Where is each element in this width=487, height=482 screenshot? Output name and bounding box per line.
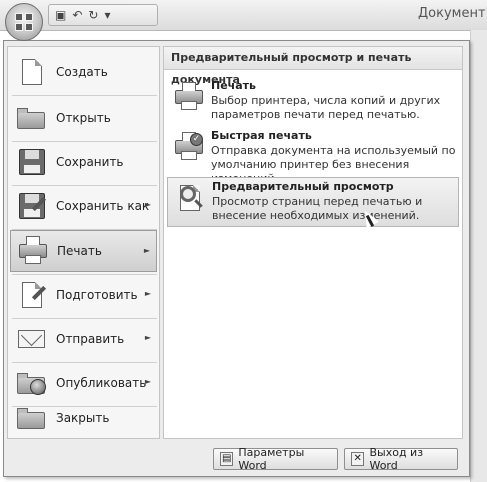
quick-access-toolbar: ▣ ↶ ↻ ▾ [48, 4, 158, 26]
menu-item-label: Опубликовать [56, 376, 147, 390]
quick-print-icon: ✓ [173, 131, 205, 163]
menu-item-label: Печать [57, 244, 102, 258]
new-document-icon [16, 56, 48, 88]
exit-word-button[interactable]: ✕ Выход из Word [344, 446, 458, 472]
prepare-icon [16, 279, 48, 311]
submenu-arrow-icon: ► [144, 200, 151, 209]
document-scrollbar[interactable] [470, 30, 487, 482]
submenu-header: Предварительный просмотр и печать докуме… [164, 47, 462, 86]
printer-icon [17, 235, 49, 267]
menu-item-print[interactable]: Печать ► [10, 230, 157, 272]
word-options-button[interactable]: ▤ Параметры Word [213, 446, 338, 472]
submenu-item-quick-print[interactable]: ✓ Быстрая печать Отправка документа на и… [167, 127, 459, 185]
menu-item-save[interactable]: Сохранить [10, 141, 157, 183]
submenu-item-title: Быстрая печать [211, 129, 312, 142]
save-disk-icon [16, 146, 48, 178]
save-icon[interactable]: ▣ [55, 8, 66, 22]
menu-item-open[interactable]: Открыть [10, 97, 157, 139]
redo-icon[interactable]: ↻ [88, 8, 98, 22]
qat-customize-icon[interactable]: ▾ [104, 8, 110, 22]
menu-item-label: Подготовить [56, 288, 138, 302]
menu-item-new[interactable]: Создать [10, 51, 157, 93]
send-icon [16, 323, 48, 355]
office-button[interactable] [5, 3, 43, 41]
menu-footer: ▤ Параметры Word ✕ Выход из Word [4, 445, 469, 473]
divider [12, 95, 157, 96]
menu-item-save-as[interactable]: Сохранить как ► [10, 185, 157, 227]
open-folder-icon [16, 102, 48, 134]
submenu-item-print[interactable]: Печать Выбор принтера, числа копий и дру… [167, 77, 459, 123]
close-document-icon [16, 402, 48, 434]
submenu-item-print-preview[interactable]: Предварительный просмотр Просмотр страни… [167, 177, 459, 227]
exit-word-label: Выход из Word [369, 446, 424, 472]
submenu-item-description: Выбор принтера, числа копий и других пар… [211, 94, 441, 121]
menu-item-label: Создать [56, 65, 108, 79]
office-menu: Создать Открыть Сохранить Сохранить как … [3, 40, 470, 477]
submenu-arrow-icon: ► [144, 333, 151, 342]
menu-item-label: Сохранить как [56, 199, 150, 213]
menu-item-label: Открыть [56, 111, 111, 125]
office-menu-commands: Создать Открыть Сохранить Сохранить как … [7, 46, 160, 439]
menu-item-label: Сохранить [56, 155, 124, 169]
save-as-icon [16, 190, 48, 222]
title-bar: ▣ ↶ ↻ ▾ Документ1 [0, 0, 487, 31]
word-options-label: Параметры Word [238, 446, 305, 472]
menu-item-prepare[interactable]: Подготовить ► [10, 274, 157, 316]
print-submenu: Предварительный просмотр и печать докуме… [163, 46, 463, 439]
submenu-arrow-icon: ► [144, 377, 151, 386]
printer-icon [173, 81, 205, 113]
office-logo-icon [15, 13, 33, 31]
submenu-item-title: Предварительный просмотр [212, 180, 394, 193]
publish-icon [16, 367, 48, 399]
submenu-arrow-icon: ► [143, 246, 150, 255]
window-title: Документ1 [418, 6, 487, 21]
menu-item-label: Закрыть [56, 411, 110, 425]
print-preview-icon [174, 182, 206, 214]
submenu-item-description: Просмотр страниц перед печатью и внесени… [212, 195, 423, 222]
submenu-arrow-icon: ► [144, 289, 151, 298]
menu-item-close[interactable]: Закрыть [10, 397, 157, 439]
menu-item-send[interactable]: Отправить ► [10, 318, 157, 360]
submenu-item-title: Печать [211, 79, 256, 92]
options-icon: ▤ [220, 452, 234, 466]
undo-icon[interactable]: ↶ [72, 8, 82, 22]
close-icon: ✕ [351, 452, 365, 466]
menu-item-label: Отправить [56, 332, 125, 346]
